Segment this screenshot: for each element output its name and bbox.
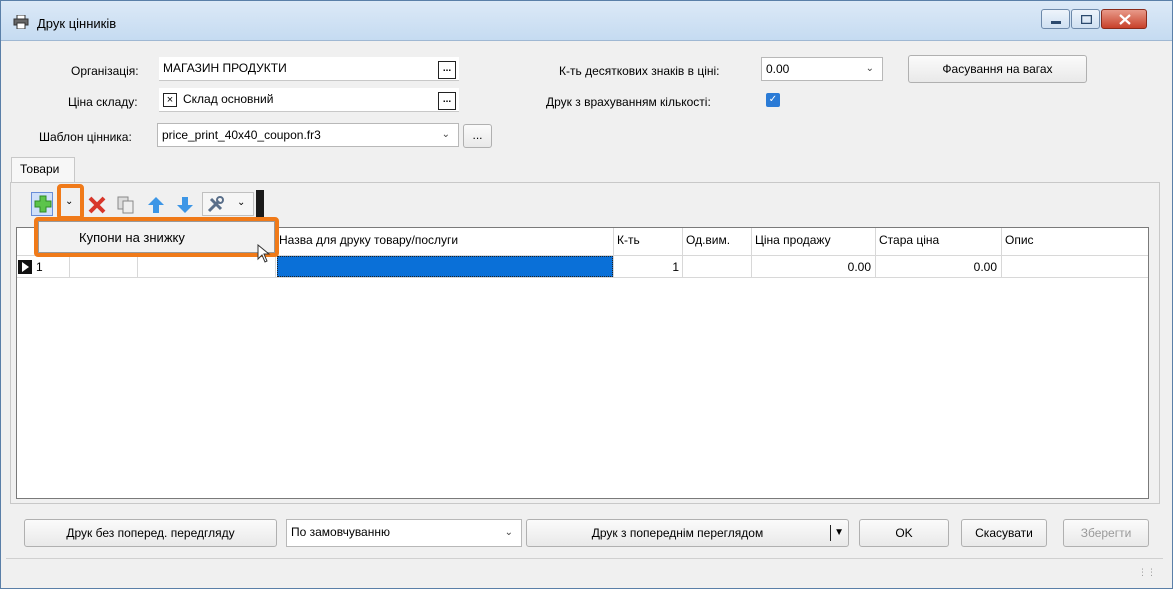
column-header-description[interactable]: Опис — [1005, 233, 1034, 247]
column-header-price[interactable]: Ціна продажу — [755, 233, 831, 247]
window-title: Друк цінників — [37, 16, 117, 31]
row-price[interactable]: 0.00 — [752, 260, 871, 274]
chevron-down-icon: ⌄ — [441, 129, 450, 140]
decimals-select[interactable]: 0.00 ⌄ — [761, 57, 883, 81]
print-mode-select[interactable]: По замовчуванню ⌄ — [286, 519, 522, 547]
organization-label: Організація: — [71, 64, 139, 78]
cancel-button[interactable]: Скасувати — [961, 519, 1047, 547]
tools-icon — [207, 196, 224, 213]
column-divider — [1001, 228, 1002, 278]
minimize-button[interactable] — [1041, 9, 1070, 29]
clear-value-icon[interactable]: × — [163, 93, 177, 107]
template-value: price_print_40x40_coupon.fr3 — [162, 128, 321, 142]
organization-field[interactable]: МАГАЗИН ПРОДУКТИ — [159, 57, 459, 81]
dropdown-arrow-icon: ⌄ — [65, 196, 74, 207]
ok-button[interactable]: OK — [859, 519, 949, 547]
delete-icon[interactable] — [87, 195, 107, 221]
print-price-tags-window: Друк цінників Організація: МАГАЗИН ПРОДУ… — [0, 0, 1173, 589]
column-header-unit[interactable]: Од.вим. — [686, 233, 730, 247]
tools-dropdown-button[interactable]: ⌄ — [202, 192, 254, 216]
template-browse-button[interactable]: ... — [463, 124, 492, 148]
row-qty[interactable]: 1 — [614, 260, 679, 274]
chevron-down-icon: ⌄ — [865, 63, 874, 74]
template-label: Шаблон цінника: — [39, 130, 132, 144]
warehouse-price-field[interactable]: Склад основний — [159, 88, 459, 112]
name-cell-selected[interactable] — [277, 256, 613, 277]
save-button[interactable]: Зберегти — [1063, 519, 1149, 547]
decimals-label: К-ть десяткових знаків в ціні: — [559, 64, 720, 78]
column-divider — [682, 228, 683, 278]
minimize-icon — [1051, 21, 1061, 24]
print-with-qty-label: Друк з врахуванням кількості: — [546, 95, 711, 109]
print-mode-value: По замовчуванню — [291, 525, 390, 539]
maximize-button[interactable] — [1071, 9, 1100, 29]
split-divider — [830, 525, 831, 541]
resize-grip-icon[interactable]: ⋮⋮ — [1138, 567, 1156, 578]
close-button[interactable] — [1101, 9, 1147, 29]
warehouse-price-label: Ціна складу: — [68, 95, 138, 109]
current-row-indicator-icon — [18, 260, 32, 274]
mouse-cursor-icon — [257, 244, 271, 263]
organization-browse-button[interactable]: ... — [438, 61, 456, 79]
add-dropdown-menu: Купони на знижку — [38, 221, 275, 253]
printer-icon — [13, 15, 29, 29]
dropdown-arrow-icon[interactable]: ▼ — [834, 520, 844, 546]
organization-value: МАГАЗИН ПРОДУКТИ — [163, 61, 287, 75]
column-header-name[interactable]: Назва для друку товару/послуги — [279, 233, 458, 247]
warehouse-price-value: Склад основний — [183, 92, 274, 106]
print-with-qty-checkbox[interactable]: ✓ — [766, 93, 780, 107]
toolbar-overflow-handle[interactable] — [256, 190, 264, 218]
maximize-icon — [1081, 15, 1092, 24]
weigh-packing-button[interactable]: Фасування на вагах — [908, 55, 1087, 83]
arrow-up-icon[interactable] — [146, 195, 166, 221]
warehouse-price-browse-button[interactable]: ... — [438, 92, 456, 110]
column-header-old-price[interactable]: Стара ціна — [879, 233, 939, 247]
menu-item-discount-coupons[interactable]: Купони на знижку — [79, 230, 185, 245]
status-bar — [6, 558, 1163, 578]
column-header-qty[interactable]: К-ть — [617, 233, 640, 247]
table-row-divider — [17, 277, 1148, 278]
tab-goods[interactable]: Товари — [11, 157, 75, 183]
print-without-preview-button[interactable]: Друк без поперед. передгляду — [24, 519, 277, 547]
chevron-down-icon: ⌄ — [237, 197, 246, 208]
chevron-down-icon: ⌄ — [504, 527, 513, 538]
row-old-price[interactable]: 0.00 — [876, 260, 997, 274]
add-button[interactable] — [31, 192, 53, 216]
template-select[interactable]: price_print_40x40_coupon.fr3 ⌄ — [157, 123, 459, 147]
copy-icon[interactable] — [116, 195, 136, 221]
row-number[interactable]: 1 — [36, 260, 43, 274]
column-divider — [275, 228, 276, 278]
close-icon — [1119, 14, 1131, 25]
decimals-value: 0.00 — [766, 62, 790, 76]
print-with-preview-button[interactable]: Друк з попереднім переглядом ▼ — [526, 519, 849, 547]
add-dropdown-button[interactable]: ⌄ — [61, 192, 79, 216]
title-bar: Друк цінників — [1, 1, 1172, 41]
add-icon — [34, 195, 52, 213]
arrow-down-icon[interactable] — [175, 195, 195, 221]
print-with-preview-label: Друк з попереднім переглядом — [591, 526, 764, 540]
